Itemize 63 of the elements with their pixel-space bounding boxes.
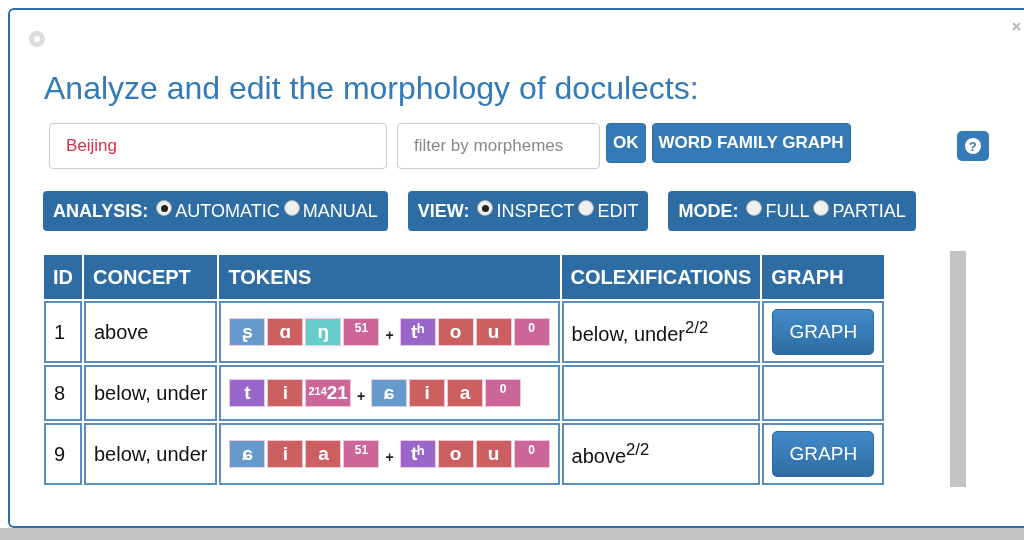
doculect-field[interactable]: Beijing bbox=[49, 123, 387, 169]
radio-icon[interactable] bbox=[746, 200, 763, 216]
column-header: ID bbox=[44, 255, 82, 299]
segment-tile: a bbox=[305, 440, 342, 468]
segment-tile: ɑ bbox=[267, 318, 304, 346]
help-button[interactable]: ? bbox=[956, 131, 989, 161]
segment-tile: ŋ bbox=[305, 318, 342, 346]
morpheme-boundary: + bbox=[385, 327, 394, 343]
segment-tile: $^{214}$21 bbox=[305, 379, 351, 407]
radio-option[interactable]: EDIT bbox=[578, 200, 639, 222]
segment-tile: i bbox=[267, 440, 304, 468]
segment-tile: ɕ bbox=[229, 440, 266, 468]
segment-tile: t bbox=[229, 379, 266, 407]
table-cell: below, under bbox=[84, 423, 218, 485]
graph-button[interactable]: WORD FAMILY GRAPH bbox=[651, 123, 851, 163]
table-cell: below, under bbox=[84, 365, 218, 421]
tone-tile: 0 bbox=[513, 318, 550, 346]
option-label: ANALYSIS: bbox=[53, 200, 149, 222]
graph-button[interactable]: GRAPH bbox=[772, 431, 875, 477]
morpheme-boundary: + bbox=[385, 449, 394, 465]
segment-tile: o bbox=[437, 318, 474, 346]
radio-option[interactable]: FULL bbox=[746, 200, 810, 222]
segment-tile: ʂ bbox=[229, 318, 266, 346]
radio-icon[interactable] bbox=[156, 200, 173, 216]
column-header: COLEXIFICATIONS bbox=[561, 255, 761, 299]
radio-icon[interactable] bbox=[477, 200, 494, 216]
segment-tile: u bbox=[475, 440, 512, 468]
segment-tile: a bbox=[447, 379, 484, 407]
table-cell: 8 bbox=[44, 365, 82, 421]
page-title: Analyze and edit the morphology of doculects: bbox=[44, 70, 700, 107]
colexification-text: below, under$^{2/2}$ bbox=[571, 322, 709, 345]
colexification-text: above$^{2/2}$ bbox=[571, 444, 650, 467]
segment-tile: u bbox=[475, 318, 512, 346]
radio-option[interactable]: PARTIAL bbox=[813, 200, 906, 222]
tone-tile: 51 bbox=[343, 318, 380, 346]
ok-button[interactable]: OK bbox=[606, 123, 646, 163]
radio-icon[interactable] bbox=[283, 200, 300, 216]
table-cell: above bbox=[84, 301, 218, 363]
filter-field[interactable]: filter by morphemes bbox=[397, 123, 600, 169]
option-label: VIEW: bbox=[417, 200, 470, 222]
radio-icon[interactable] bbox=[578, 200, 595, 216]
segment-tile: i bbox=[267, 379, 304, 407]
radio-option[interactable]: MANUAL bbox=[283, 200, 378, 222]
radio-icon[interactable] bbox=[813, 200, 830, 216]
tone-tile: 0 bbox=[485, 379, 522, 407]
tone-tile: 0 bbox=[513, 440, 550, 468]
segment-tile: tʰ bbox=[399, 318, 436, 346]
segment-tile: o bbox=[437, 440, 474, 468]
radio-option[interactable]: AUTOMATIC bbox=[156, 200, 280, 222]
table-cell: 9 bbox=[44, 423, 82, 485]
segment-tile: i bbox=[409, 379, 446, 407]
tone-tile: 51 bbox=[343, 440, 380, 468]
option-label: MODE: bbox=[678, 200, 739, 222]
column-header: GRAPH bbox=[762, 255, 885, 299]
column-header: TOKENS bbox=[219, 255, 560, 299]
segment-tile: ɕ bbox=[371, 379, 408, 407]
graph-button[interactable]: GRAPH bbox=[772, 309, 875, 355]
radio-option[interactable]: INSPECT bbox=[477, 200, 575, 222]
morpheme-boundary: + bbox=[356, 388, 366, 404]
scrollbar[interactable] bbox=[950, 251, 967, 487]
segment-tile: tʰ bbox=[399, 440, 436, 468]
table-cell: 1 bbox=[44, 301, 82, 363]
column-header: CONCEPT bbox=[84, 255, 218, 299]
